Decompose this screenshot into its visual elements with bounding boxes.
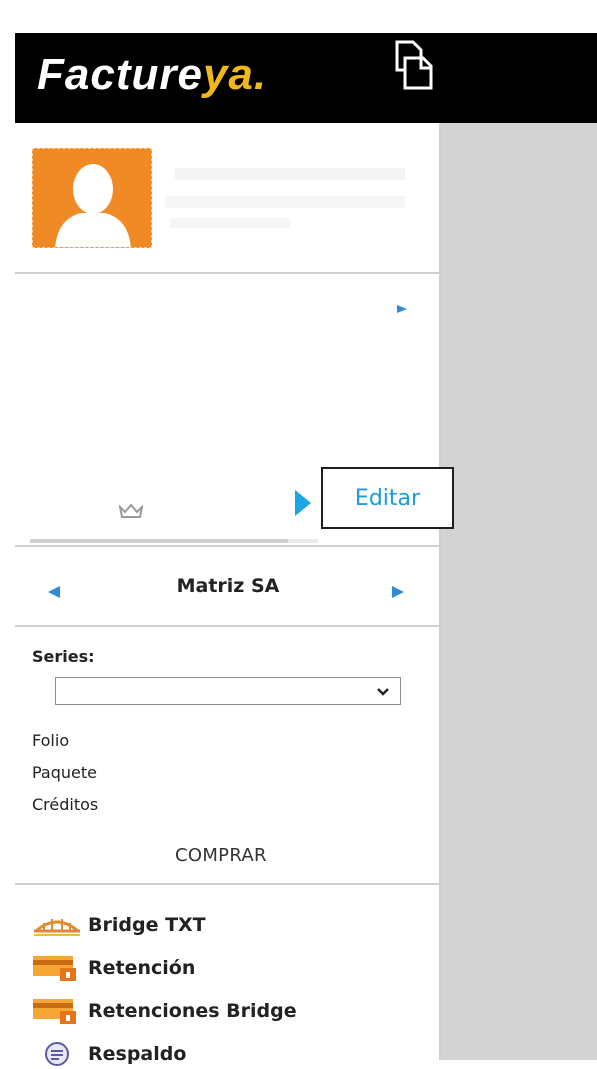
retention-card-icon [33,999,76,1024]
menu-item-label: Retenciones Bridge [88,1000,297,1022]
divider [15,545,441,547]
menu-item-label: Retención [88,957,196,979]
edit-button[interactable]: Editar [321,467,454,529]
divider [15,272,441,274]
user-email-placeholder [165,196,405,208]
previous-company-arrow-icon[interactable] [48,586,60,598]
user-name-placeholder [175,168,405,180]
crown-icon [119,503,143,518]
series-select[interactable] [55,677,401,705]
bridge-icon [34,919,80,936]
menu-item-label: Respaldo [88,1043,187,1065]
series-label: Series: [32,647,95,666]
logo-main-text: Facture [37,50,203,99]
divider [15,883,441,885]
main-content-area [441,123,597,1060]
expand-arrow-icon[interactable] [397,305,407,313]
backup-icon [45,1042,69,1066]
logo-dot: . [253,50,268,99]
chevron-down-icon [377,688,389,696]
menu-item-bridge-txt[interactable]: Bridge TXT [32,910,206,940]
editar-pointer-icon [295,490,311,516]
plan-progress-bar [30,539,318,543]
user-role-placeholder [170,218,290,228]
company-name: Matriz SA [176,575,280,597]
divider [15,625,441,627]
app-logo[interactable]: Factureya. [37,53,267,97]
creditos-label: Créditos [32,795,99,814]
paquete-label: Paquete [32,763,97,782]
buy-button[interactable]: COMPRAR [175,845,267,866]
user-avatar[interactable] [32,148,152,248]
user-silhouette-icon [55,164,131,247]
menu-item-respaldo[interactable]: Respaldo [32,1039,186,1069]
retention-card-icon [33,956,76,981]
plan-progress-gap [288,539,318,543]
app-header: Factureya. [15,33,597,123]
logo-accent-text: ya [202,50,254,99]
documents-icon [395,40,433,90]
menu-item-label: Bridge TXT [88,914,206,936]
menu-item-retenciones-bridge[interactable]: Retenciones Bridge [32,996,297,1026]
folio-label: Folio [32,731,70,750]
next-company-arrow-icon[interactable] [392,586,404,598]
menu-item-retencion[interactable]: Retención [32,953,195,983]
